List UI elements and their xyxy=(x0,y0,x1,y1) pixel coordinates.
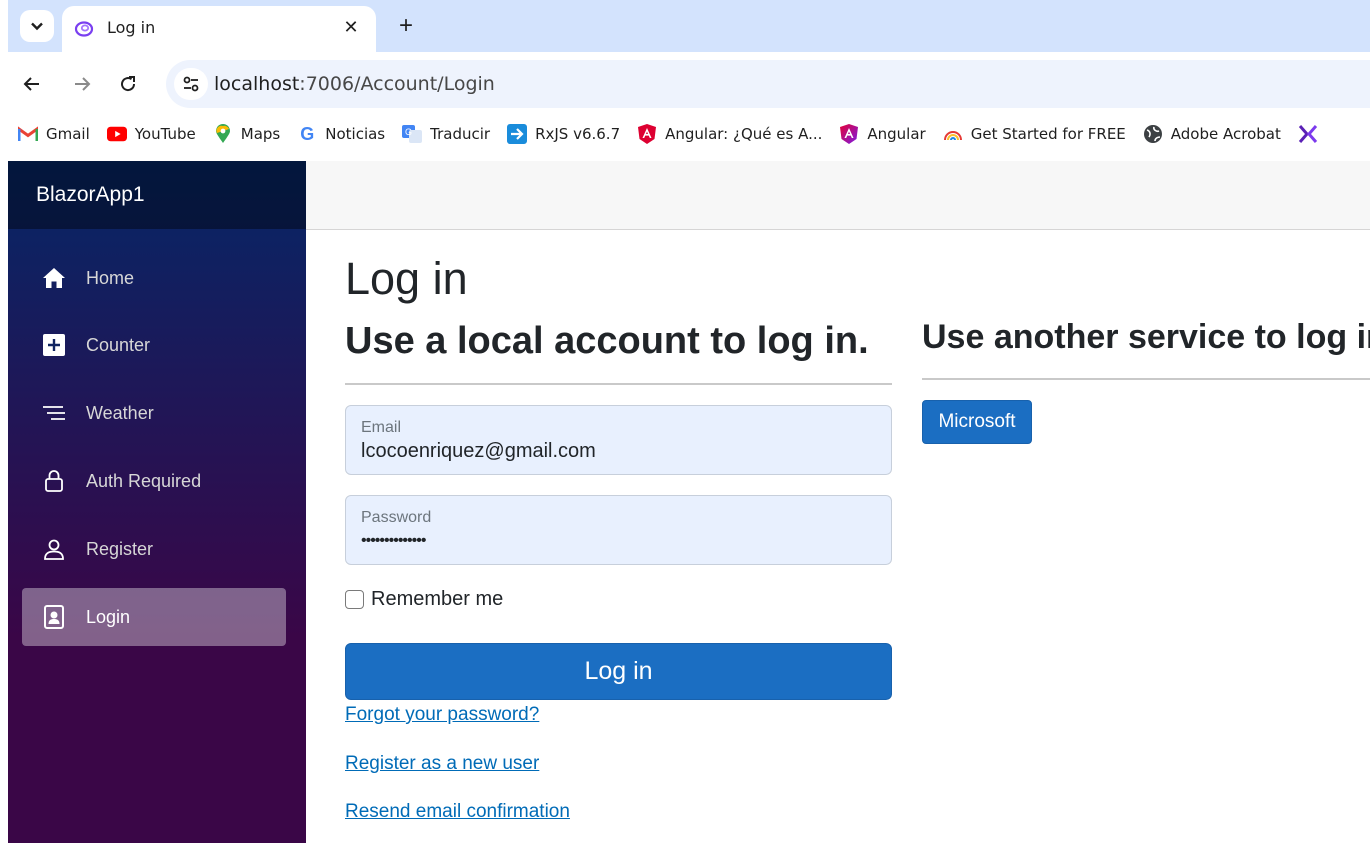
nav-item-register[interactable]: Register xyxy=(22,520,286,578)
register-link[interactable]: Register as a new user xyxy=(345,753,539,775)
password-label: Password xyxy=(361,509,432,526)
new-tab-button[interactable]: + xyxy=(390,10,422,42)
nav-item-login[interactable]: Login xyxy=(22,588,286,646)
top-row xyxy=(306,161,1370,230)
globe-icon xyxy=(1143,124,1163,144)
bookmark-label: Get Started for FREE xyxy=(970,125,1126,143)
browser-chrome: Log in ✕ + localhost:7006/Account/Login xyxy=(0,0,1370,161)
nav-item-label: Counter xyxy=(86,334,151,355)
url-host: localhost xyxy=(214,73,300,95)
url-text[interactable]: localhost:7006/Account/Login xyxy=(214,73,495,95)
tab-login[interactable]: Log in ✕ xyxy=(62,6,376,52)
divider xyxy=(345,383,892,385)
bookmarks-bar: Gmail YouTube Maps G Noticias G Traducir… xyxy=(8,112,1370,156)
arrow-left-icon xyxy=(23,77,39,91)
external-login-heading: Use another service to log in. xyxy=(922,318,1370,356)
password-value: •••••••••••••• xyxy=(361,532,426,549)
nav-item-label: Home xyxy=(86,267,135,288)
back-button[interactable] xyxy=(14,66,50,102)
bookmark-label: YouTube xyxy=(134,125,196,143)
nav-item-label: Login xyxy=(86,606,131,627)
translate-icon: G xyxy=(402,124,423,144)
svg-text:G: G xyxy=(405,127,412,137)
google-news-icon: G xyxy=(300,123,315,144)
bookmark-label: Maps xyxy=(240,125,281,143)
person-badge-icon xyxy=(41,604,67,630)
bookmark-label: Angular: ¿Qué es A... xyxy=(665,125,823,143)
remember-me-label[interactable]: Remember me xyxy=(371,588,503,611)
brand-bar: BlazorApp1 xyxy=(8,161,306,229)
reload-icon xyxy=(121,76,136,92)
resend-confirmation-link[interactable]: Resend email confirmation xyxy=(345,801,570,823)
microsoft-login-button[interactable]: Microsoft xyxy=(922,400,1032,444)
bookmark-adobe-acrobat[interactable]: Adobe Acrobat xyxy=(1133,119,1288,149)
bookmark-get-started[interactable]: Get Started for FREE xyxy=(933,119,1133,149)
maps-icon xyxy=(213,124,233,144)
bookmark-youtube[interactable]: YouTube xyxy=(97,119,203,149)
bookmark-angular[interactable]: Angular xyxy=(829,119,932,149)
browser-toolbar: localhost:7006/Account/Login xyxy=(8,60,1370,108)
url-path: :7006/Account/Login xyxy=(299,73,495,95)
app-brand[interactable]: BlazorApp1 xyxy=(36,183,145,207)
arrow-right-icon xyxy=(75,77,91,91)
youtube-icon xyxy=(106,124,127,144)
password-field[interactable]: Password •••••••••••••• xyxy=(345,495,892,565)
rainbow-icon xyxy=(943,124,963,144)
login-button[interactable]: Log in xyxy=(345,643,892,700)
rxjs-icon xyxy=(507,124,528,144)
email-field[interactable]: Email lcocoenriquez@gmail.com xyxy=(345,405,892,475)
remember-me-checkbox[interactable] xyxy=(345,590,364,609)
bookmark-rxjs[interactable]: RxJS v6.6.7 xyxy=(497,119,627,149)
bookmark-traducir[interactable]: G Traducir xyxy=(392,119,497,149)
nav-item-counter[interactable]: Counter xyxy=(22,316,286,374)
tab-search-button[interactable] xyxy=(20,10,54,42)
bookmark-label: Adobe Acrobat xyxy=(1170,125,1281,143)
address-bar[interactable]: localhost:7006/Account/Login xyxy=(166,60,1370,108)
bookmark-label: Noticias xyxy=(325,125,386,143)
divider xyxy=(922,378,1370,380)
reload-button[interactable] xyxy=(110,66,146,102)
plus-square-icon xyxy=(41,332,67,358)
bookmark-label: Angular xyxy=(867,125,926,143)
local-account-heading: Use a local account to log in. xyxy=(345,320,869,362)
tab-title: Log in xyxy=(107,18,156,37)
lock-icon xyxy=(41,468,67,494)
tab-close-button[interactable]: ✕ xyxy=(338,14,364,40)
nav-item-weather[interactable]: Weather xyxy=(22,384,286,442)
x-logo-icon xyxy=(1298,124,1318,144)
angular-color-icon xyxy=(839,124,859,144)
chevron-down-icon xyxy=(31,22,43,31)
bookmark-angular-que-es[interactable]: Angular: ¿Qué es A... xyxy=(627,119,829,149)
tune-icon xyxy=(183,76,199,92)
sidebar: BlazorApp1 Home Counter Weather Auth Req… xyxy=(8,161,306,843)
nav-item-label: Weather xyxy=(86,402,154,423)
bookmark-gmail[interactable]: Gmail xyxy=(8,119,97,149)
gmail-icon xyxy=(18,124,38,144)
bookmark-x[interactable] xyxy=(1288,119,1333,149)
email-label: Email xyxy=(361,419,402,436)
nav-item-label: Auth Required xyxy=(86,470,202,491)
nav-item-label: Register xyxy=(86,538,154,559)
email-value: lcocoenriquez@gmail.com xyxy=(361,440,596,462)
bookmark-label: Traducir xyxy=(430,125,491,143)
nav-item-home[interactable]: Home xyxy=(22,249,286,307)
list-icon xyxy=(41,400,67,426)
bookmark-maps[interactable]: Maps xyxy=(203,119,287,149)
remember-me[interactable]: Remember me xyxy=(345,588,503,611)
forward-button[interactable] xyxy=(64,66,100,102)
page-title: Log in xyxy=(345,253,468,304)
bookmark-noticias[interactable]: G Noticias xyxy=(287,119,392,149)
blazor-favicon-icon xyxy=(74,21,94,37)
site-info-button[interactable] xyxy=(174,68,208,100)
forgot-password-link[interactable]: Forgot your password? xyxy=(345,704,539,726)
angular-icon xyxy=(637,124,657,144)
nav-item-auth-required[interactable]: Auth Required xyxy=(22,452,286,510)
home-icon xyxy=(41,265,67,291)
bookmark-label: RxJS v6.6.7 xyxy=(535,125,621,143)
bookmark-label: Gmail xyxy=(46,125,90,143)
tab-strip: Log in ✕ + xyxy=(8,0,1370,52)
person-icon xyxy=(41,536,67,562)
